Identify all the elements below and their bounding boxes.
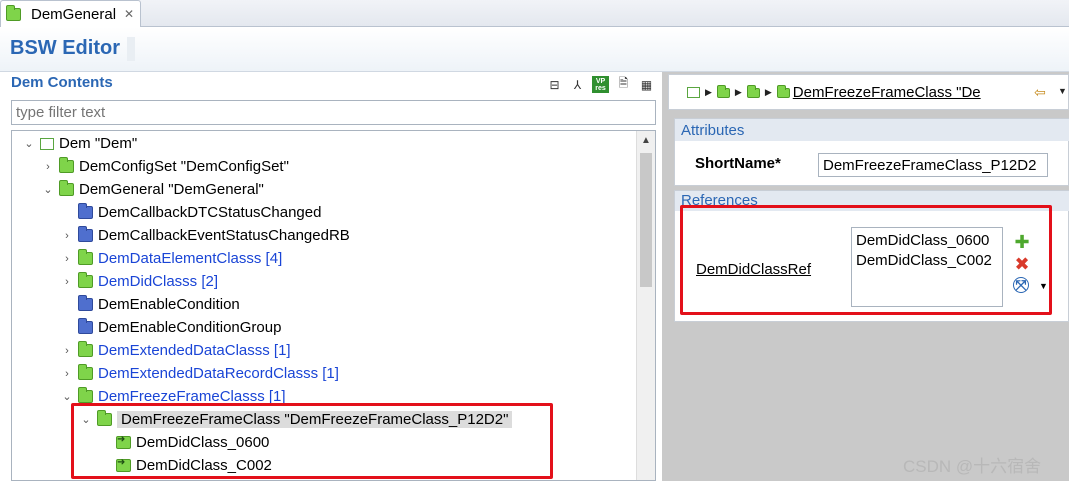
close-icon[interactable]: ✕ [124,7,134,21]
folder-icon [59,180,74,196]
folder-icon[interactable] [716,84,730,98]
tree-row[interactable]: ⌄ DemGeneral "DemGeneral" [41,178,264,201]
highlight-box-tree [71,403,553,479]
chevron-right-icon[interactable]: › [60,275,74,289]
shortname-field[interactable] [818,153,1048,177]
folder-icon[interactable] [776,84,790,98]
blue-folder-icon [78,295,93,311]
chevron-right-icon[interactable]: › [60,252,74,266]
tree-toolbar: ⊟ ⅄ VP res 🗎 ▦ [546,76,655,93]
chevron-down-icon[interactable]: ⌄ [22,137,36,151]
breadcrumb-link[interactable]: DemFreezeFrameClass "De [793,84,981,101]
tree-item-label: DemDidClasss [2] [98,273,219,290]
blue-folder-icon [78,203,93,219]
folder-icon [59,157,74,173]
vertical-scrollbar[interactable]: ▲ [636,131,655,480]
tree-item-label: DemDataElementClasss [4] [98,250,283,267]
tree-row[interactable]: › DemExtendedDataClasss [1] [60,339,291,362]
grid-icon[interactable]: ▦ [638,76,655,93]
chevron-right-icon[interactable]: › [60,344,74,358]
document-icon[interactable]: 🗎 [615,76,632,93]
shortname-label: ShortName* [695,155,781,172]
tree-item-label: DemEnableCondition [98,296,240,313]
tree-row[interactable]: DemEnableConditionGroup [60,316,281,339]
chevron-down-icon[interactable]: ▼ [1058,86,1067,96]
folder-icon [78,249,93,265]
watermark: CSDN @十六宿舍 [903,457,1042,476]
title-divider [127,37,135,61]
tree-item-label: DemGeneral "DemGeneral" [79,181,264,198]
breadcrumb-separator-icon: ▶ [764,87,772,97]
blue-folder-icon [78,318,93,334]
blue-folder-icon [78,226,93,242]
tab-demgeneral[interactable]: DemGeneral ✕ [0,0,141,27]
chevron-down-icon[interactable]: ⌄ [41,183,55,197]
module-icon [40,137,54,150]
folder-icon [6,4,21,21]
attributes-header: Attributes [675,119,1069,141]
fork-icon[interactable]: ⅄ [569,76,586,93]
tree-row[interactable]: DemCallbackDTCStatusChanged [60,201,321,224]
back-arrow-icon[interactable]: ⇦ [1034,84,1046,101]
tree-item-label: DemConfigSet "DemConfigSet" [79,158,289,175]
folder-icon [78,387,93,403]
tree-row[interactable]: › DemConfigSet "DemConfigSet" [41,155,289,178]
tree-row[interactable]: › DemDataElementClasss [4] [60,247,282,270]
filter-input[interactable] [11,100,656,125]
breadcrumb-separator-icon: ▶ [734,87,742,97]
chevron-right-icon[interactable]: › [60,229,74,243]
tree-row[interactable]: › DemCallbackEventStatusChangedRB [60,224,350,247]
tree-item-label: Dem "Dem" [59,135,138,152]
tree-item-label: DemExtendedDataRecordClasss [1] [98,365,339,382]
folder-icon [78,341,93,357]
editor-title: BSW Editor [10,37,120,59]
scroll-up-icon[interactable]: ▲ [641,135,651,146]
tree-item-label: DemCallbackDTCStatusChanged [98,204,322,221]
module-icon[interactable] [687,87,700,98]
tab-label: DemGeneral [31,5,117,23]
vp-res-icon[interactable]: VP res [592,76,609,93]
tree-row[interactable]: ⌄ Dem "Dem" [22,132,137,155]
attributes-section: Attributes ShortName* [674,118,1069,186]
folder-icon [78,272,93,288]
folder-icon[interactable] [746,84,760,98]
scroll-thumb[interactable] [640,153,652,287]
editor-tab-bar: DemGeneral ✕ [0,0,1069,27]
tree-item-label: DemCallbackEventStatusChangedRB [98,227,350,244]
breadcrumb-separator-icon: ▶ [705,87,712,97]
editor-header: BSW Editor [0,27,1069,72]
highlight-box-references [680,205,1052,315]
tree-item-label: DemExtendedDataClasss [1] [98,342,291,359]
tree-row[interactable]: › DemDidClasss [2] [60,270,218,293]
tree-row[interactable]: DemEnableCondition [60,293,240,316]
tree-item-label: DemEnableConditionGroup [98,319,282,336]
collapse-all-icon[interactable]: ⊟ [546,76,563,93]
breadcrumb: ▶ ▶ ▶ DemFreezeFrameClass "De ⇦ ▼ [668,74,1069,110]
tree-row[interactable]: › DemExtendedDataRecordClasss [1] [60,362,339,385]
folder-icon [78,364,93,380]
chevron-right-icon[interactable]: › [41,160,55,174]
section-title: Dem Contents [11,74,113,91]
chevron-down-icon[interactable]: ⌄ [60,390,74,404]
chevron-right-icon[interactable]: › [60,367,74,381]
